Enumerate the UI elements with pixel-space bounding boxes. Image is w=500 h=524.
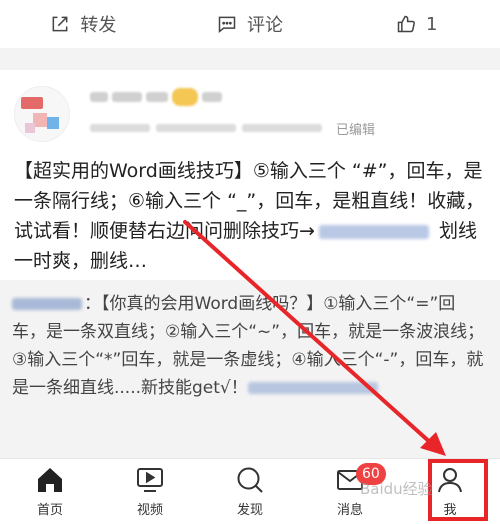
home-icon [38, 468, 62, 492]
sticker-icon [172, 88, 198, 106]
feed-post[interactable]: 已编辑 【超实用的Word画线技巧】⑤输入三个 “#”，回车，是一条隔行线；⑥输… [0, 70, 500, 458]
unread-badge: 60 [356, 463, 386, 485]
discover-icon [237, 467, 263, 493]
comment-button[interactable]: 评论 [167, 11, 334, 37]
comment-label: 评论 [247, 15, 283, 36]
tab-discover[interactable]: 发现 [200, 459, 300, 524]
share-button[interactable]: 转发 [0, 11, 167, 37]
edited-label: 已编辑 [336, 122, 376, 138]
share-icon [52, 16, 68, 32]
tab-video-label: 视频 [136, 503, 163, 518]
post-action-bar: 转发 评论 1 [0, 0, 500, 48]
share-label: 转发 [80, 15, 117, 36]
tab-home[interactable]: 首页 [0, 459, 100, 524]
tab-messages[interactable]: 消息 60 [300, 459, 400, 524]
feed-divider [0, 48, 500, 70]
quoted-post[interactable]: ：【你真的会用Word画线吗？】①输入三个“=”回车，是一条双直线；②输入三个“… [0, 280, 500, 458]
tab-me[interactable]: 我 [400, 459, 500, 524]
post-body[interactable]: 【超实用的Word画线技巧】⑤输入三个 “#”，回车，是一条隔行线；⑥输入三个 … [14, 156, 492, 276]
tab-me-label: 我 [443, 503, 457, 518]
post-meta: 已编辑 [90, 120, 376, 138]
thumbs-up-icon [397, 15, 415, 33]
blurred-mention-link[interactable] [318, 224, 429, 239]
like-count: 1 [425, 13, 438, 35]
user-icon [438, 468, 462, 493]
tab-messages-label: 消息 [336, 503, 363, 518]
bottom-tab-bar: 首页 视频 发现 消息 60 我 [0, 458, 500, 524]
tab-home-label: 首页 [36, 503, 63, 518]
tab-video[interactable]: 视频 [100, 459, 200, 524]
tab-discover-label: 发现 [236, 503, 263, 518]
blurred-username[interactable] [90, 88, 222, 106]
like-button[interactable]: 1 [333, 14, 500, 35]
blurred-quote-link[interactable] [247, 382, 378, 394]
video-icon [137, 468, 163, 492]
blurred-quote-author[interactable] [12, 298, 82, 310]
avatar[interactable] [14, 86, 70, 142]
comment-icon [218, 16, 236, 34]
